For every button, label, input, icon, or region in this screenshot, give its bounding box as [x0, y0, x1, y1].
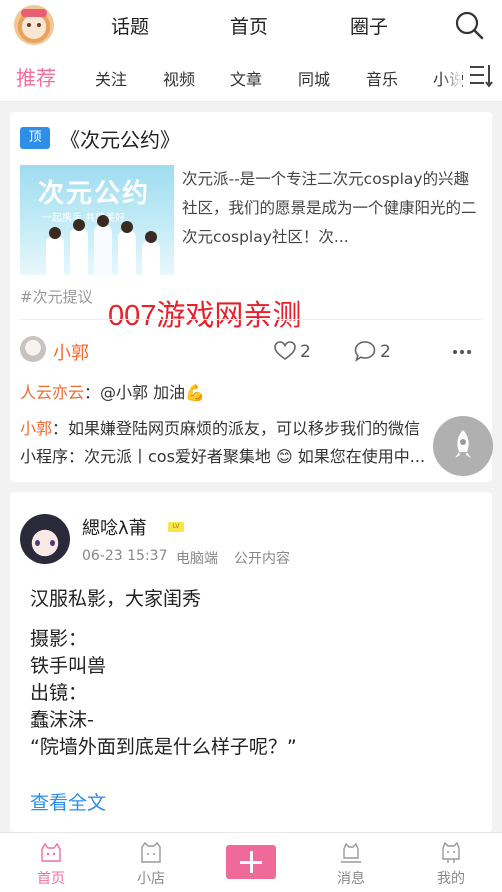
search-icon[interactable]	[454, 10, 484, 40]
commenter-name[interactable]: 人云亦云	[20, 383, 84, 402]
figure-5	[142, 239, 160, 275]
messages-icon	[341, 842, 361, 863]
comment-count: 2	[380, 342, 391, 362]
post-date: 06-23 15:37	[82, 548, 168, 564]
more-options-icon[interactable]	[452, 349, 472, 355]
figure-4	[118, 229, 136, 275]
tab-following[interactable]: 关注	[95, 66, 127, 90]
post-line: 摄影：	[30, 628, 88, 650]
tab-recommended[interactable]: 推荐	[16, 62, 56, 91]
divider	[20, 319, 482, 320]
bottom-nav-label: 小店	[137, 871, 165, 887]
post-description: 次元派--是一个专注二次元cosplay的兴趣社区，我们的愿景是成为一个健康阳光…	[182, 170, 477, 246]
top-header: 话题 首页 圈子	[0, 0, 502, 50]
comment-line-1: 小郭：如果嫌登陆网页麻烦的派友，可以移步我们的微信	[20, 416, 420, 442]
home-cat-icon	[41, 842, 61, 862]
topic-tag[interactable]: #次元提议	[20, 286, 93, 307]
poster-avatar[interactable]	[20, 514, 70, 564]
tab-video[interactable]: 视频	[163, 66, 195, 90]
post-line: 蠢沫沫-	[30, 709, 94, 731]
bottom-nav-messages[interactable]: 消息	[321, 833, 381, 892]
bottom-nav-home[interactable]: 首页	[21, 833, 81, 892]
figure-5-head	[145, 231, 157, 243]
pinned-badge: 顶	[20, 127, 50, 149]
author-avatar[interactable]	[20, 336, 46, 362]
post-device: 电脑端	[176, 551, 218, 567]
figure-1	[46, 235, 64, 275]
rocket-icon	[455, 430, 471, 458]
comment-text: ：@小郭 加油💪	[84, 383, 206, 402]
bottom-nav-me[interactable]: 我的	[421, 833, 481, 892]
post-visibility: 公开内容	[234, 551, 290, 567]
bottom-nav-shop[interactable]: 小店	[121, 833, 181, 892]
figure-2-head	[73, 219, 85, 231]
avatar-eyes	[35, 540, 55, 546]
tab-menu-icon[interactable]	[468, 63, 494, 89]
comment-line-2: 小程序：次元派丨cos爱好者聚集地 😊 如果您在使用中...	[20, 447, 426, 466]
author-name[interactable]: 小郭	[53, 339, 89, 365]
post-line: 汉服私影，大家闺秀	[30, 588, 202, 610]
thumbnail-title: 次元公约	[38, 179, 151, 209]
bottom-nav-label: 首页	[37, 871, 65, 887]
post-title[interactable]: 《次元公约》	[60, 124, 180, 153]
comment-preview-1[interactable]: 人云亦云：@小郭 加油💪	[20, 380, 205, 406]
figure-1-head	[49, 227, 61, 239]
tab-local[interactable]: 同城	[298, 66, 330, 90]
bow-decoration	[21, 9, 47, 17]
figure-3-head	[97, 215, 109, 227]
post-line: 铁手叫兽	[30, 655, 107, 677]
nav-home[interactable]: 首页	[230, 12, 268, 39]
shop-icon	[141, 841, 161, 863]
comment-preview-2[interactable]: 小郭：如果嫌登陆网页麻烦的派友，可以移步我们的微信 小程序：次元派丨cos爱好者…	[20, 416, 482, 476]
pinned-post-card[interactable]: 顶 《次元公约》 次元公约 一起携手 共建美好 次元派--是一个专注二次元cos…	[10, 112, 492, 482]
post-line: 出镜：	[30, 682, 88, 704]
channel-tabs: 推荐 关注 视频 文章 同城 音乐 小说	[0, 50, 502, 102]
new-post-button[interactable]	[226, 845, 276, 879]
post-thumbnail[interactable]: 次元公约 一起携手 共建美好	[20, 165, 174, 275]
tab-articles[interactable]: 文章	[230, 66, 262, 90]
bottom-nav-label: 我的	[437, 871, 465, 887]
poster-name[interactable]: 緦唸λ莆	[82, 514, 147, 540]
watermark-text: 007游戏网亲测	[108, 300, 302, 332]
figure-2	[70, 227, 88, 275]
tab-fade	[442, 58, 462, 94]
heart-icon[interactable]	[274, 341, 296, 361]
figure-4-head	[121, 221, 133, 233]
figure-3	[94, 223, 112, 275]
user-post-card[interactable]: 緦唸λ莆 LV 06-23 15:37 电脑端 公开内容 汉服私影，大家闺秀 摄…	[10, 492, 492, 832]
read-more-link[interactable]: 查看全文	[30, 788, 106, 815]
like-count: 2	[300, 342, 311, 362]
level-badge: LV	[168, 522, 184, 532]
user-avatar-icon[interactable]	[14, 5, 54, 45]
bottom-nav: 首页 小店 消息 我的	[0, 832, 502, 892]
floating-action-button[interactable]	[433, 416, 493, 476]
nav-topics[interactable]: 话题	[111, 12, 149, 39]
comment-icon[interactable]	[354, 340, 376, 362]
comment-text: ：如果嫌登陆网页麻烦的派友，可以移步我们的微信	[52, 419, 421, 438]
post-line: “院墙外面到底是什么样子呢？”	[30, 736, 297, 758]
avatar-face	[26, 21, 42, 31]
nav-circles[interactable]: 圈子	[350, 12, 388, 39]
tab-music[interactable]: 音乐	[366, 66, 398, 90]
profile-icon	[442, 841, 460, 863]
bottom-nav-label: 消息	[337, 871, 365, 887]
commenter-name[interactable]: 小郭	[20, 419, 52, 438]
